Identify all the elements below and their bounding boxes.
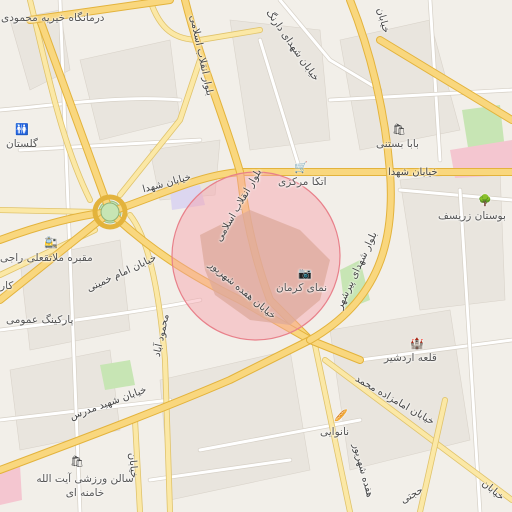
place-label-kheirieh[interactable]: درمانگاه خیریه محمودی [1,12,104,24]
place-label-etka[interactable]: اتکا مرکزی [278,176,327,188]
search-radius-circle[interactable] [171,171,341,341]
train-icon[interactable]: 🚉 [44,237,58,248]
place-label-golestan[interactable]: گلستان [6,138,38,150]
shop-icon[interactable]: 🛍 [392,124,406,135]
castle-icon[interactable]: 🏰 [410,338,424,349]
place-label-kar[interactable]: کار [0,280,13,292]
place-label-ghaleh[interactable]: قلعه اردشیر [384,352,437,364]
map-view[interactable]: خیابان شهدا خیابان شهدا بلوار انقلاب اسل… [0,0,512,512]
place-label-nanvaei[interactable]: نانوایی [320,426,349,438]
cart-icon[interactable]: 🛒 [294,162,308,173]
place-label-maghbareh[interactable]: مقبره ملاتقعلی راجی [0,252,93,264]
place-label-bostan[interactable]: بوستان زریسف [438,210,506,222]
place-label-babastani[interactable]: بابا بستنی [376,138,419,150]
roundabout-center [100,202,120,222]
place-label-salon[interactable]: سالن ورزشی آیت الله خامنه ای [30,472,140,500]
tree-icon[interactable]: 🌳 [478,195,492,206]
wc-icon[interactable]: 🚻 [15,124,29,135]
bakery-icon[interactable]: 🥖 [334,410,348,421]
stadium-icon[interactable]: 🛍 [70,456,84,467]
street-label-shohada: خیابان شهدا [388,167,438,178]
place-label-parking[interactable]: پارکینگ عمومی [6,314,73,326]
camera-icon[interactable]: 📷 [298,268,312,279]
place-label-nama[interactable]: نمای کرمان [276,282,327,294]
